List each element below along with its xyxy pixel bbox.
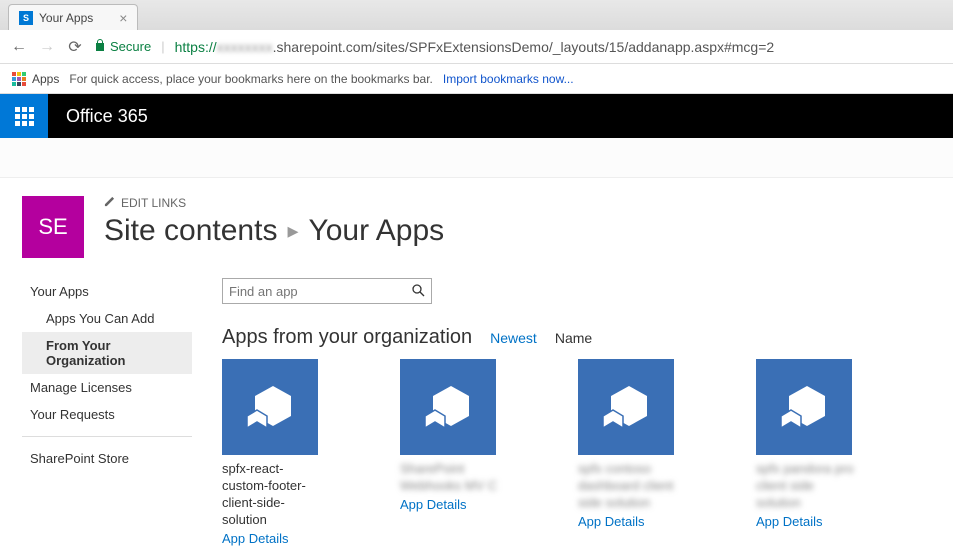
nav-your-apps[interactable]: Your Apps: [22, 278, 192, 305]
nav-from-your-organization[interactable]: From Your Organization: [22, 332, 192, 374]
sharepoint-favicon: S: [19, 11, 33, 25]
breadcrumb-current: Your Apps: [308, 214, 444, 248]
edit-links-button[interactable]: EDIT LINKS: [104, 196, 444, 210]
bookmark-bar: Apps For quick access, place your bookma…: [0, 64, 953, 94]
secure-badge[interactable]: Secure: [94, 38, 151, 55]
app-name: spfx pandora pro client side solution: [756, 461, 856, 512]
search-box[interactable]: [222, 278, 432, 304]
suite-bar: Office 365: [0, 94, 953, 138]
app-icon: [222, 359, 318, 455]
apps-grid-icon: [12, 72, 26, 86]
sort-name[interactable]: Name: [555, 330, 592, 346]
search-input[interactable]: [229, 284, 411, 299]
app-tile[interactable]: SharePoint Webhooks MV C App Details: [400, 359, 500, 546]
suite-title: Office 365: [66, 106, 148, 127]
breadcrumb: Site contents ▸ Your Apps: [104, 214, 444, 248]
sort-newest[interactable]: Newest: [490, 330, 537, 346]
search-icon[interactable]: [411, 283, 425, 300]
app-tile[interactable]: spfx-react-custom-footer-client-side-sol…: [222, 359, 322, 546]
breadcrumb-root[interactable]: Site contents: [104, 214, 277, 248]
pencil-icon: [104, 196, 115, 210]
app-details-link[interactable]: App Details: [400, 497, 500, 512]
reload-icon[interactable]: ⟳: [66, 37, 84, 57]
page-body: Your Apps Apps You Can Add From Your Org…: [0, 268, 953, 556]
back-icon[interactable]: ←: [10, 38, 28, 56]
site-logo[interactable]: SE: [22, 196, 84, 258]
page-header: SE EDIT LINKS Site contents ▸ Your Apps: [0, 178, 953, 268]
app-icon: [400, 359, 496, 455]
app-name: SharePoint Webhooks MV C: [400, 461, 500, 495]
app-name: spfx contoso dashboard client side solut…: [578, 461, 678, 512]
main-content: Apps from your organization Newest Name …: [222, 278, 931, 546]
nav-divider: [22, 436, 192, 437]
nav-sharepoint-store[interactable]: SharePoint Store: [22, 445, 192, 472]
app-details-link[interactable]: App Details: [756, 514, 856, 529]
close-icon[interactable]: ×: [119, 10, 127, 26]
forward-icon: →: [38, 38, 56, 56]
app-tile[interactable]: spfx contoso dashboard client side solut…: [578, 359, 678, 546]
nav-manage-licenses[interactable]: Manage Licenses: [22, 374, 192, 401]
app-grid: spfx-react-custom-footer-client-side-sol…: [222, 359, 931, 546]
app-tile[interactable]: spfx pandora pro client side solution Ap…: [756, 359, 856, 546]
import-bookmarks-link[interactable]: Import bookmarks now...: [443, 72, 574, 86]
waffle-icon: [15, 107, 34, 126]
browser-tab[interactable]: S Your Apps ×: [8, 4, 138, 30]
section-title: Apps from your organization: [222, 326, 472, 349]
bookmark-hint: For quick access, place your bookmarks h…: [69, 72, 433, 86]
secure-label: Secure: [110, 39, 151, 54]
tab-bar: S Your Apps ×: [0, 0, 953, 30]
app-details-link[interactable]: App Details: [578, 514, 678, 529]
app-icon: [756, 359, 852, 455]
url-field[interactable]: https://xxxxxxxx.sharepoint.com/sites/SP…: [175, 39, 775, 55]
app-details-link[interactable]: App Details: [222, 531, 322, 546]
chevron-right-icon: ▸: [287, 218, 298, 244]
apps-shortcut[interactable]: Apps: [12, 72, 59, 86]
lock-icon: [94, 38, 106, 55]
app-icon: [578, 359, 674, 455]
ribbon-band: [0, 138, 953, 178]
app-launcher-button[interactable]: [0, 94, 48, 138]
browser-chrome: S Your Apps × ← → ⟳ Secure | https://xxx…: [0, 0, 953, 94]
nav-apps-you-can-add[interactable]: Apps You Can Add: [22, 305, 192, 332]
app-name: spfx-react-custom-footer-client-side-sol…: [222, 461, 322, 529]
section-head: Apps from your organization Newest Name: [222, 326, 931, 349]
tab-title: Your Apps: [39, 11, 93, 25]
left-nav: Your Apps Apps You Can Add From Your Org…: [22, 278, 192, 546]
nav-your-requests[interactable]: Your Requests: [22, 401, 192, 428]
address-bar: ← → ⟳ Secure | https://xxxxxxxx.sharepoi…: [0, 30, 953, 64]
